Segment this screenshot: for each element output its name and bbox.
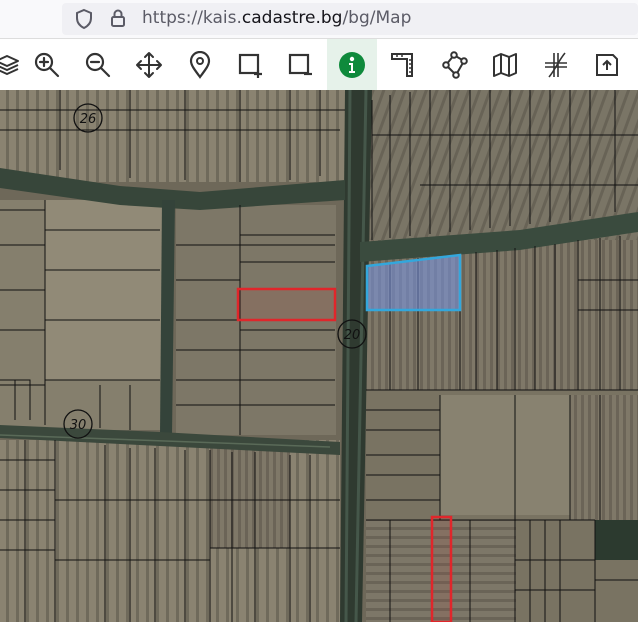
field-block	[0, 90, 345, 182]
polygon-icon	[442, 51, 468, 79]
coordinates-icon	[545, 52, 567, 78]
zoom-out-button[interactable]	[73, 39, 123, 91]
svg-text:20: 20	[344, 328, 361, 343]
svg-text:26: 26	[80, 112, 97, 127]
location-button[interactable]	[175, 39, 225, 91]
pan-icon	[136, 52, 162, 78]
field-block	[570, 395, 638, 520]
map-canvas[interactable]: 26 20 30	[0, 90, 638, 622]
field-block	[440, 395, 570, 515]
layers-icon	[0, 55, 19, 75]
map-button[interactable]	[480, 39, 530, 91]
export-icon	[596, 54, 618, 76]
map-layer: 26 20 30	[0, 90, 638, 622]
measure-ruler-icon	[391, 53, 413, 77]
select-add-icon	[238, 53, 262, 78]
browser-address-bar: https://kais.cadastre.bg/bg/Map	[0, 0, 638, 38]
url-domain: cadastre.bg	[241, 8, 343, 28]
map-toolbar	[0, 38, 638, 92]
field-block	[45, 200, 165, 380]
svg-text:30: 30	[70, 418, 87, 433]
highlighted-parcel-red[interactable]	[430, 515, 453, 622]
coordinates-button[interactable]	[531, 39, 581, 91]
highlighted-parcel-red[interactable]	[236, 287, 337, 322]
selected-parcel-blue[interactable]	[365, 253, 462, 312]
shield-icon[interactable]	[74, 8, 94, 30]
field-block	[210, 448, 290, 548]
info-icon	[339, 52, 365, 78]
url-path: /bg/Map	[342, 8, 412, 28]
zoom-out-icon	[85, 52, 111, 78]
location-pin-icon	[189, 51, 211, 79]
url-text[interactable]: https://kais.cadastre.bg/bg/Map	[142, 8, 411, 28]
export-button[interactable]	[582, 39, 632, 91]
pan-button[interactable]	[124, 39, 174, 91]
select-remove-button[interactable]	[276, 39, 326, 91]
zoom-in-icon	[34, 52, 60, 78]
measure-button[interactable]	[378, 39, 428, 91]
polygon-button[interactable]	[429, 39, 479, 91]
select-add-button[interactable]	[226, 39, 276, 91]
map-icon	[493, 53, 517, 77]
url-prefix: https://kais.	[142, 8, 242, 28]
info-button[interactable]	[327, 39, 377, 91]
select-remove-icon	[288, 53, 312, 76]
lock-icon[interactable]	[108, 7, 128, 29]
zoom-in-button[interactable]	[22, 39, 72, 91]
